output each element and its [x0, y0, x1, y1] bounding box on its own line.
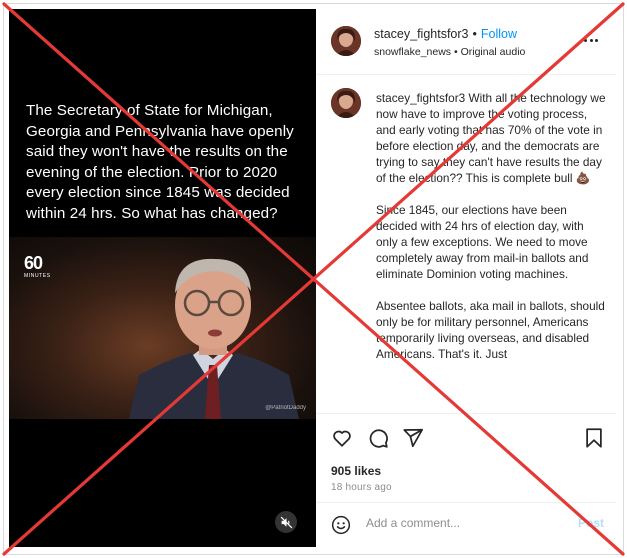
- video-caption-text: The Secretary of State for Michigan, Geo…: [26, 102, 294, 222]
- interviewee-figure: [129, 258, 299, 419]
- caption-paragraph-2: Since 1845, our elections have been deci…: [376, 203, 589, 281]
- post-timestamp[interactable]: 18 hours ago: [331, 482, 392, 493]
- comment-bar: Post: [316, 502, 616, 548]
- caption-paragraph-1: With all the technology we now have to i…: [376, 91, 606, 185]
- mute-icon[interactable]: [275, 511, 297, 533]
- separator-dot: •: [453, 46, 458, 58]
- post-actions: 905 likes 18 hours ago Post: [316, 413, 616, 547]
- avatar-image: [331, 26, 361, 56]
- bookmark-icon[interactable]: [583, 427, 605, 449]
- comment-icon[interactable]: [367, 427, 389, 449]
- post-caption: stacey_fightsfor3 With all the technolog…: [376, 90, 608, 378]
- heart-icon[interactable]: [331, 427, 353, 449]
- video-letterbox-top: [9, 9, 316, 99]
- video-watermark: @PatriotDaddy: [265, 405, 306, 411]
- emoji-icon[interactable]: [331, 515, 351, 535]
- comment-input[interactable]: [366, 516, 566, 530]
- like-count[interactable]: 905 likes: [331, 464, 381, 478]
- post-header: stacey_fightsfor3 • Follow snowflake_news …: [316, 9, 616, 75]
- caption-username[interactable]: stacey_fightsfor3: [376, 91, 465, 105]
- avatar-image: [331, 88, 361, 118]
- separator-dot: •: [472, 27, 477, 41]
- audio-label[interactable]: Original audio: [461, 46, 526, 58]
- mute-icon-glyph: [280, 516, 292, 528]
- follow-button[interactable]: Follow: [481, 27, 517, 41]
- audio-source-account[interactable]: snowflake_news: [374, 46, 451, 58]
- video-letterbox-bottom: [9, 419, 316, 547]
- caption-paragraph-3: Absentee ballots, aka mail in ballots, s…: [376, 299, 605, 361]
- post-details-pane: stacey_fightsfor3 • Follow snowflake_news …: [316, 9, 616, 547]
- video-player[interactable]: The Secretary of State for Michigan, Geo…: [9, 9, 316, 547]
- share-icon[interactable]: [402, 427, 424, 449]
- video-frame-interview: 60 MINUTES @PatriotDaddy: [9, 237, 316, 419]
- more-options-icon[interactable]: [584, 35, 602, 45]
- post-caption-area[interactable]: stacey_fightsfor3 With all the technolog…: [316, 76, 616, 412]
- avatar[interactable]: [331, 26, 361, 56]
- post-comment-button[interactable]: Post: [578, 516, 604, 530]
- avatar[interactable]: [331, 88, 361, 118]
- sixty-minutes-logo: 60 MINUTES: [24, 253, 51, 279]
- post-author-username[interactable]: stacey_fightsfor3: [374, 27, 469, 41]
